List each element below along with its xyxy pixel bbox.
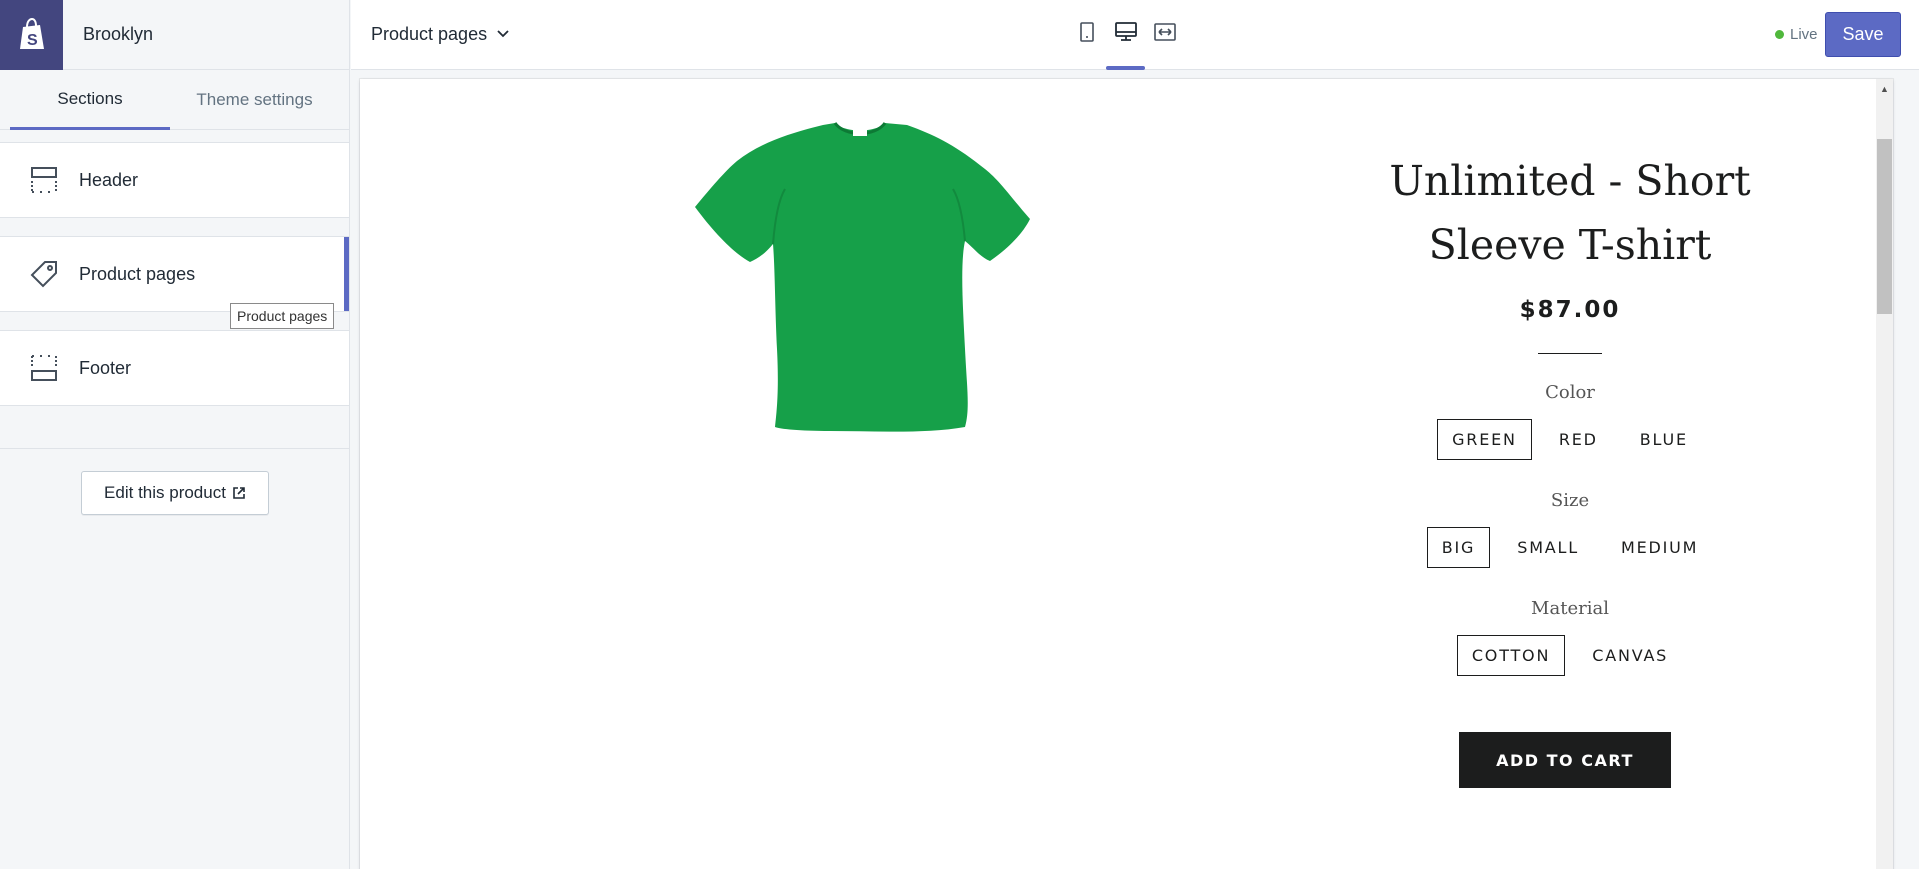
section-list: Header Product pages Footer <box>0 142 349 406</box>
add-to-cart-button[interactable]: ADD TO CART <box>1459 732 1671 788</box>
product-price: $87.00 <box>1519 297 1621 323</box>
option-label-size: Size <box>1550 490 1590 511</box>
color-options: GREEN RED BLUE <box>1335 419 1805 460</box>
page-selector[interactable]: Product pages <box>371 0 509 68</box>
live-status: Live <box>1775 0 1818 68</box>
store-preview: Unlimited - Short Sleeve T-shirt $87.00 … <box>360 79 1893 869</box>
section-label: Product pages <box>79 263 196 284</box>
option-label-material: Material <box>1531 598 1609 619</box>
save-button[interactable]: Save <box>1825 12 1901 57</box>
tab-theme-settings[interactable]: Theme settings <box>170 70 339 130</box>
option-color-green[interactable]: GREEN <box>1437 419 1532 460</box>
product-title: Unlimited - Short Sleeve T-shirt <box>1335 149 1805 277</box>
product-info: Unlimited - Short Sleeve T-shirt $87.00 … <box>1335 149 1805 788</box>
edit-product-button[interactable]: Edit this product <box>81 471 269 515</box>
page-selector-label: Product pages <box>371 23 488 44</box>
section-item-header[interactable]: Header <box>0 142 349 218</box>
header-layout-icon <box>30 166 58 194</box>
option-size-small[interactable]: SMALL <box>1502 527 1594 568</box>
shopify-logo-icon[interactable]: S <box>0 0 63 70</box>
store-name: Brooklyn <box>83 24 154 44</box>
product-image[interactable] <box>675 109 1045 445</box>
live-status-label: Live <box>1790 25 1818 43</box>
section-item-footer[interactable]: Footer <box>0 330 349 406</box>
sidebar-header: S Brooklyn <box>0 0 349 70</box>
sidebar: S Brooklyn Sections Theme settings Heade… <box>0 0 350 869</box>
scroll-up-arrow-icon[interactable]: ▲ <box>1876 79 1893 99</box>
svg-text:S: S <box>27 32 38 49</box>
mobile-icon <box>1079 21 1095 47</box>
tooltip: Product pages <box>230 303 335 329</box>
section-label: Header <box>79 169 139 190</box>
divider <box>0 448 350 449</box>
option-size-big[interactable]: BIG <box>1426 527 1491 568</box>
device-toggle <box>1067 0 1184 70</box>
option-material-cotton[interactable]: COTTON <box>1456 635 1566 676</box>
edit-product-label: Edit this product <box>104 483 226 502</box>
product-title-line-2: Sleeve T-shirt <box>1428 221 1712 269</box>
section-item-product-pages[interactable]: Product pages <box>0 236 349 312</box>
option-size-medium[interactable]: MEDIUM <box>1606 527 1713 568</box>
preview-area: Unlimited - Short Sleeve T-shirt $87.00 … <box>351 71 1919 869</box>
external-link-icon <box>232 486 246 500</box>
mobile-view-button[interactable] <box>1067 0 1106 68</box>
section-label: Footer <box>79 357 132 378</box>
material-options: COTTON CANVAS <box>1335 635 1805 676</box>
product-title-line-1: Unlimited - Short <box>1389 157 1751 205</box>
chevron-down-icon <box>497 30 509 38</box>
option-label-color: Color <box>1545 382 1595 403</box>
tag-icon <box>30 260 58 288</box>
sidebar-tabs: Sections Theme settings <box>0 70 349 130</box>
option-material-canvas[interactable]: CANVAS <box>1577 635 1683 676</box>
option-color-blue[interactable]: BLUE <box>1625 419 1703 460</box>
live-status-dot <box>1775 29 1784 39</box>
desktop-icon <box>1114 21 1137 47</box>
footer-layout-icon <box>30 354 58 382</box>
full-width-view-button[interactable] <box>1145 0 1184 68</box>
preview-scrollbar[interactable]: ▲ <box>1876 79 1893 869</box>
size-options: BIG SMALL MEDIUM <box>1335 527 1805 568</box>
topbar: Product pages Live Save <box>351 0 1919 70</box>
desktop-view-button[interactable] <box>1106 0 1145 70</box>
tab-sections[interactable]: Sections <box>10 70 170 130</box>
scrollbar-thumb[interactable] <box>1877 139 1892 314</box>
option-color-red[interactable]: RED <box>1544 419 1613 460</box>
price-divider <box>1538 353 1602 354</box>
full-width-icon <box>1153 22 1176 47</box>
